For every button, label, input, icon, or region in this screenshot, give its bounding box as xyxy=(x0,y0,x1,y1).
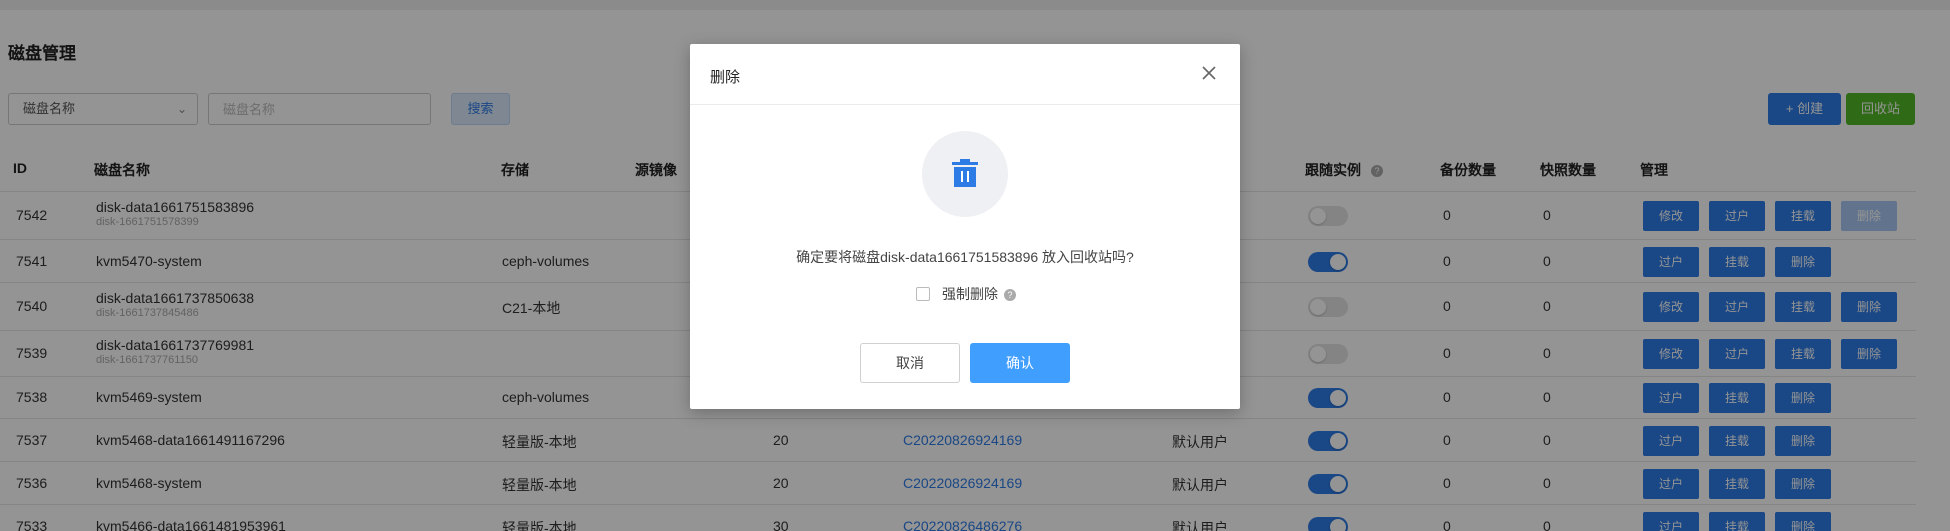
cancel-button[interactable]: 取消 xyxy=(860,343,960,383)
close-icon[interactable] xyxy=(1198,62,1220,84)
dialog-title: 删除 xyxy=(710,69,741,86)
help-icon[interactable]: ? xyxy=(1004,289,1016,302)
force-delete-checkbox[interactable] xyxy=(916,287,930,301)
delete-dialog: 删除 确定要将磁盘disk-data1661751583896 放入回收站吗? … xyxy=(690,44,1240,409)
force-delete-option[interactable]: 强制删除? xyxy=(916,284,1016,304)
dialog-header: 删除 xyxy=(690,44,1240,105)
force-delete-label: 强制删除 xyxy=(942,286,998,302)
dialog-message: 确定要将磁盘disk-data1661751583896 放入回收站吗? xyxy=(796,249,1134,265)
confirm-button[interactable]: 确认 xyxy=(970,343,1070,383)
trash-icon xyxy=(922,131,1008,217)
